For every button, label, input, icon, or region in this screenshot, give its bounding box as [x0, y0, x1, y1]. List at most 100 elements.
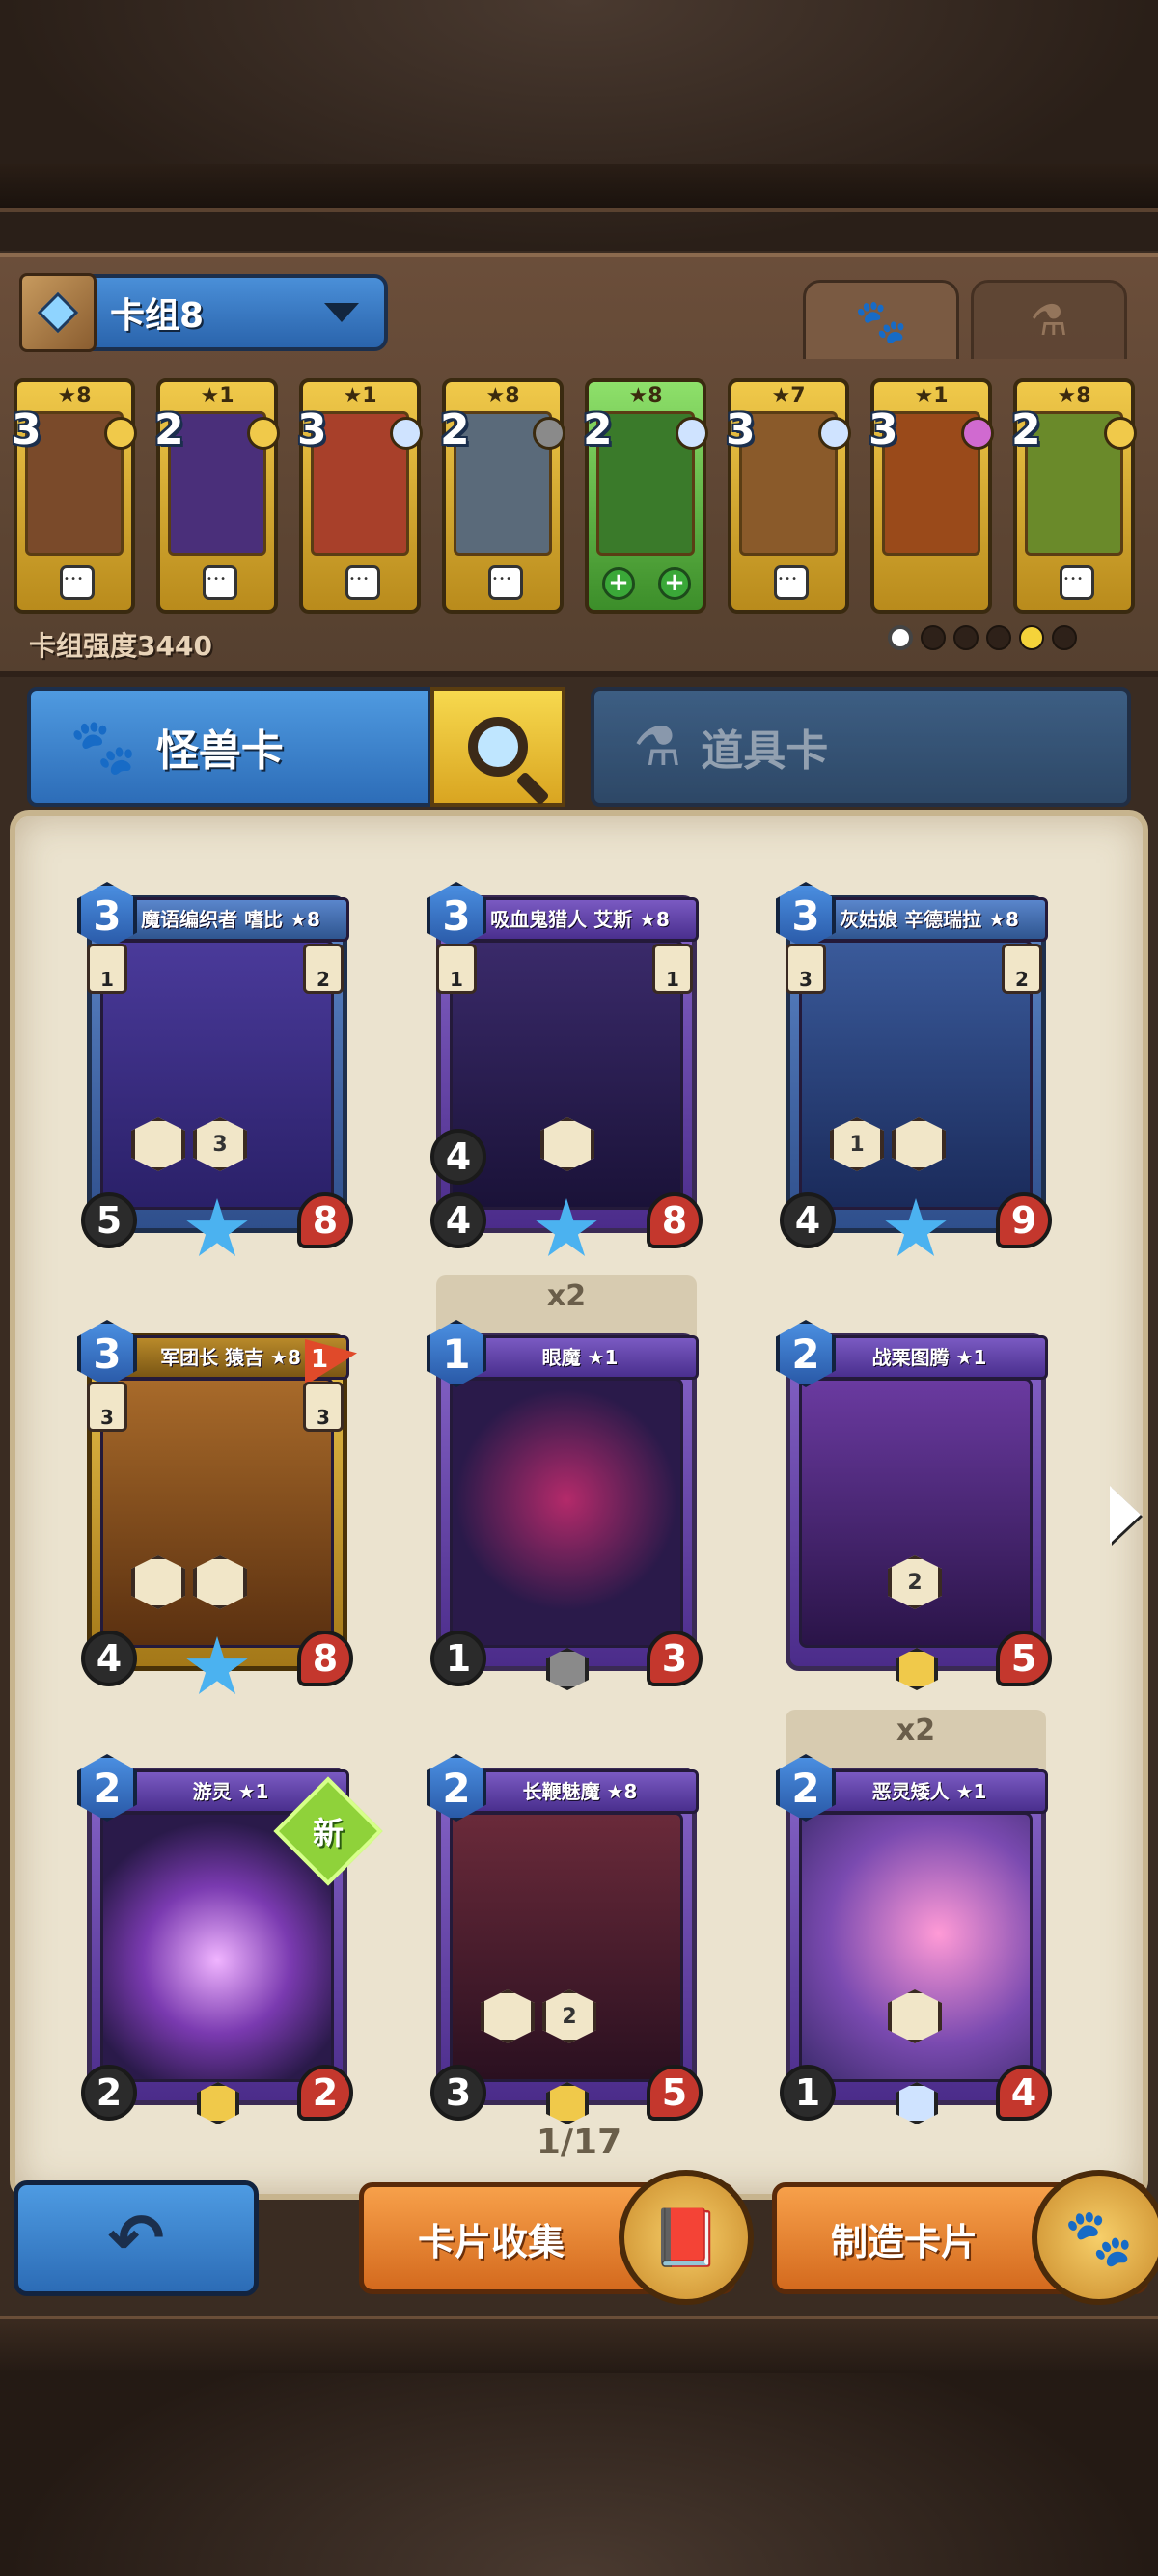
card-health: 2 [297, 2065, 353, 2121]
card-cost: 2 [440, 405, 470, 454]
card-attack: 4 [81, 1631, 137, 1686]
flask-icon: ⚗ [633, 715, 682, 779]
rarity-gem-icon [818, 417, 851, 450]
top-background [0, 0, 1158, 251]
card-attack: 1 [430, 1631, 486, 1686]
tab-label: 怪兽卡 [155, 726, 284, 776]
deck-card[interactable]: ★8 2 [1011, 378, 1137, 614]
card-cost: 3 [868, 405, 898, 454]
card-name: 眼魔 ★1 [461, 1335, 699, 1380]
deck-card[interactable]: ★8 2 + + [583, 378, 708, 614]
card-cost: 3 [12, 405, 41, 454]
collection-card[interactable]: 魔语编织者 嗜比 ★8 3 1 2 3 5 8 [77, 882, 357, 1257]
card-cost: 3 [726, 405, 756, 454]
card-name: 灰姑娘 辛德瑞拉 ★8 [811, 897, 1048, 942]
stat-side: 1 [652, 944, 693, 994]
tab-monster-cards[interactable]: 🐾 怪兽卡 [27, 687, 432, 807]
card-health: 8 [297, 1192, 353, 1248]
bottom-background [0, 2316, 1158, 2576]
heal-plus-icon: + [602, 567, 635, 600]
card-cost: 2 [583, 405, 613, 454]
deck-card[interactable]: ★1 2 [154, 378, 280, 614]
craft-card-button[interactable]: 制造卡片 🐾 [772, 2170, 1158, 2305]
flask-icon: ⚗ [1030, 296, 1068, 345]
card-name: 魔语编织者 嗜比 ★8 [112, 897, 349, 942]
chevron-down-icon [324, 303, 359, 322]
stat-side: 2 [1002, 944, 1042, 994]
card-health: 3 [647, 1631, 703, 1686]
dice-icon [1060, 565, 1094, 600]
page-indicator: 1/17 [536, 2123, 622, 2162]
filter-dot[interactable] [953, 625, 979, 650]
collection-card[interactable]: 军团长 猿吉 ★8 3 1 3 3 4 8 [77, 1320, 357, 1695]
back-button[interactable]: ↶ [14, 2180, 259, 2296]
dice-icon [488, 565, 523, 600]
search-icon [468, 717, 528, 777]
card-attack: 5 [81, 1192, 137, 1248]
collection-card[interactable]: x2 恶灵矮人 ★1 2 1 4 [776, 1710, 1056, 2124]
potion-jar-icon: 🐾 [1032, 2170, 1158, 2305]
card-art [450, 1378, 683, 1648]
card-health: 8 [647, 1192, 703, 1248]
search-button[interactable] [430, 687, 565, 807]
tab-monster-deck[interactable]: 🐾 [803, 280, 959, 359]
card-collection-button[interactable]: 卡片收集 📕 [359, 2170, 754, 2305]
collection-card[interactable]: 战栗图腾 ★1 2 2 5 [776, 1320, 1056, 1690]
collection-card[interactable]: 长鞭魅魔 ★8 2 2 3 5 [427, 1754, 706, 2124]
new-badge-label: 新 [312, 1814, 345, 1851]
rarity-gem-icon [247, 417, 280, 450]
stat-side: 3 [786, 944, 826, 994]
collection-card[interactable]: 灰姑娘 辛德瑞拉 ★8 3 3 2 1 4 9 [776, 882, 1056, 1257]
collection-card[interactable]: x2 眼魔 ★1 1 1 3 [427, 1275, 706, 1690]
rarity-gem-icon [104, 417, 137, 450]
card-name: 战栗图腾 ★1 [811, 1335, 1048, 1380]
filter-dot[interactable] [1019, 625, 1044, 650]
card-health: 5 [647, 2065, 703, 2121]
rarity-gem-icon [961, 417, 994, 450]
next-page-arrow-icon[interactable] [1110, 1486, 1141, 1544]
deck-book-icon [19, 273, 96, 352]
deck-card[interactable]: ★1 3 [297, 378, 423, 614]
deck-card[interactable]: ★8 2 [440, 378, 565, 614]
tab-item-cards[interactable]: ⚗ 道具卡 [591, 687, 1131, 807]
dice-icon [60, 565, 95, 600]
card-attack: 2 [81, 2065, 137, 2121]
tab-label: 道具卡 [701, 726, 829, 776]
button-label: 制造卡片 [831, 2220, 979, 2263]
deck-strength: 卡组强度3440 [29, 630, 212, 662]
card-attack: 4 [780, 1192, 836, 1248]
deck-card-list: ★8 3 ★1 2 ★1 3 ★8 2 ★8 2 + + ★7 3 [12, 378, 1152, 616]
dice-icon [774, 565, 809, 600]
stat-side: 1 [87, 944, 127, 994]
card-health: 8 [297, 1631, 353, 1686]
stat-side: 2 [303, 944, 344, 994]
filter-dot[interactable] [921, 625, 946, 650]
back-arrow-icon: ↶ [107, 2199, 165, 2278]
filter-dot[interactable] [1052, 625, 1077, 650]
card-cost: 2 [1011, 405, 1041, 454]
deck-name: 卡组8 [110, 296, 205, 336]
tab-item-deck[interactable]: ⚗ [971, 280, 1127, 359]
stat-side: 3 [303, 1382, 344, 1432]
deck-card[interactable]: ★1 3 [868, 378, 994, 614]
filter-dot[interactable] [986, 625, 1011, 650]
card-health: 4 [996, 2065, 1052, 2121]
dice-icon [345, 565, 380, 600]
card-name: 吸血鬼猎人 艾斯 ★8 [461, 897, 699, 942]
collection-card[interactable]: 吸血鬼猎人 艾斯 ★8 3 1 1 4 4 8 [427, 882, 706, 1257]
card-name: 恶灵矮人 ★1 [811, 1769, 1048, 1814]
paw-icon: 🐾 [69, 716, 137, 779]
rarity-gem-icon [1104, 417, 1137, 450]
dice-icon [203, 565, 237, 600]
card-cost: 2 [154, 405, 184, 454]
card-name: 长鞭魅魔 ★8 [461, 1769, 699, 1814]
card-attack: 1 [780, 2065, 836, 2121]
card-book-icon: 📕 [619, 2170, 754, 2305]
deck-card[interactable]: ★7 3 [726, 378, 851, 614]
card-health: 5 [996, 1631, 1052, 1686]
deck-selector[interactable]: 卡组8 [19, 273, 388, 352]
deck-card[interactable]: ★8 3 [12, 378, 137, 614]
filter-dot-selected[interactable] [888, 625, 913, 650]
collection-card[interactable]: 游灵 ★1 2 新 2 2 [77, 1754, 383, 2124]
card-defense: 4 [430, 1129, 486, 1185]
